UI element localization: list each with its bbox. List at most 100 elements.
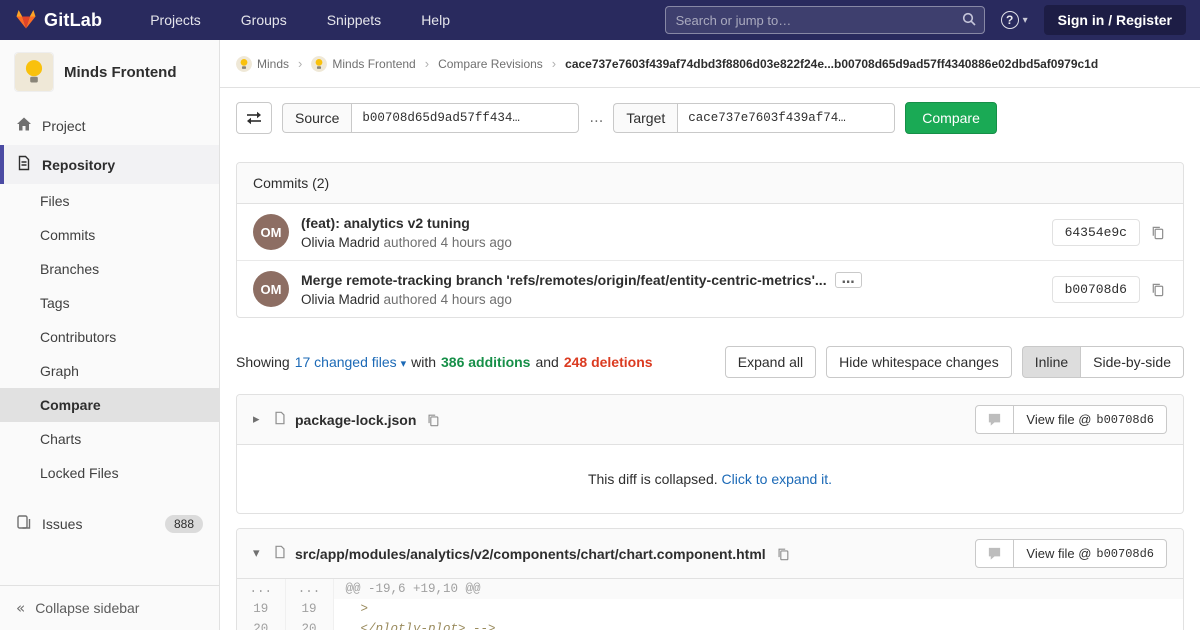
project-context[interactable]: Minds Frontend [0,40,219,106]
project-avatar [14,52,54,92]
swap-arrows-icon [246,110,262,126]
old-line-number: ... [237,579,285,599]
target-revision-input[interactable] [677,103,895,133]
commits-panel-header: Commits (2) [237,163,1183,204]
breadcrumb-compare-revisions[interactable]: Compare Revisions [438,57,543,71]
swap-revisions-button[interactable] [236,102,272,134]
sidebar-subitem-commits[interactable]: Commits [0,218,219,252]
copy-sha-button[interactable] [1148,223,1167,242]
issues-count-badge: 888 [165,515,203,533]
sidebar-subitem-contributors[interactable]: Contributors [0,320,219,354]
view-file-button[interactable]: View file @ b00708d6 [1014,539,1167,568]
copy-sha-button[interactable] [1148,280,1167,299]
compare-button[interactable]: Compare [905,102,997,134]
diff-file-header: ▸ package-lock.json View file @ b00708d6 [237,395,1183,445]
caret-right-icon[interactable]: ▸ [253,412,265,427]
file-name-link[interactable]: package-lock.json [295,412,416,428]
document-icon [16,155,32,174]
deletions-count: 248 deletions [564,354,653,370]
new-line-number[interactable]: 20 [285,619,333,630]
sidebar-item-label: Project [42,118,86,134]
commit-authored-time: authored 4 hours ago [384,235,512,250]
changed-files-count: 17 changed files [295,354,397,370]
nav-groups[interactable]: Groups [241,12,287,28]
changed-files-dropdown[interactable]: 17 changed files ▾ [295,354,406,370]
commit-title-link[interactable]: (feat): analytics v2 tuning [301,215,470,231]
diff-line-content: </plotly-plot> --> [333,619,1183,630]
view-file-button[interactable]: View file @ b00708d6 [1014,405,1167,434]
gitlab-logo[interactable]: GitLab [14,7,102,34]
search-icon[interactable] [961,11,977,30]
diff-mode-toggle: Inline Side-by-side [1022,346,1184,378]
breadcrumb-project[interactable]: Minds Frontend [311,56,415,72]
help-menu[interactable]: ? ▾ [1001,11,1028,29]
new-line-number: ... [285,579,333,599]
sidebar-item-issues[interactable]: Issues 888 [0,504,219,543]
source-revision-input[interactable] [351,103,579,133]
inline-view-button[interactable]: Inline [1022,346,1080,378]
hide-whitespace-button[interactable]: Hide whitespace changes [826,346,1012,378]
search-input[interactable] [665,6,985,34]
nav-snippets[interactable]: Snippets [327,12,381,28]
source-input-group: Source [282,103,579,133]
commit-title-link[interactable]: Merge remote-tracking branch 'refs/remot… [301,272,827,288]
sidebar-subitem-compare[interactable]: Compare [0,388,219,422]
avatar: OM [253,214,289,250]
commits-panel: Commits (2) OM (feat): analytics v2 tuni… [236,162,1184,318]
nav-projects[interactable]: Projects [150,12,201,28]
nav-help[interactable]: Help [421,12,450,28]
toggle-comments-button[interactable] [975,539,1014,568]
commit-row: OM (feat): analytics v2 tuning Olivia Ma… [237,204,1183,260]
breadcrumb-group[interactable]: Minds [236,56,289,72]
new-line-number[interactable]: 19 [285,599,333,619]
collapsed-text: This diff is collapsed. [588,471,718,487]
diff-hunk-header-row: ... ... @@ -19,6 +19,10 @@ [237,579,1183,599]
caret-down-icon: ▾ [401,357,407,370]
commit-author[interactable]: Olivia Madrid [301,292,380,307]
sidebar-subitem-files[interactable]: Files [0,184,219,218]
diff-table: ... ... @@ -19,6 +19,10 @@ 19 19 > 20 20… [237,579,1183,630]
side-by-side-view-button[interactable]: Side-by-side [1080,346,1184,378]
expand-diff-link[interactable]: Click to expand it. [722,471,833,487]
collapsed-diff-message: This diff is collapsed. Click to expand … [237,445,1183,513]
old-line-number[interactable]: 19 [237,599,285,619]
copy-file-path-button[interactable] [424,411,442,429]
comment-icon [987,412,1002,427]
diff-file-panel: ▸ package-lock.json View file @ b00708d6… [236,394,1184,514]
diff-file-panel: ▾ src/app/modules/analytics/v2/component… [236,528,1184,630]
toggle-comments-button[interactable] [975,405,1014,434]
collapse-sidebar-button[interactable]: « Collapse sidebar [0,585,219,630]
double-chevron-left-icon: « [16,599,25,617]
sidebar-subitem-locked-files[interactable]: Locked Files [0,456,219,490]
global-search[interactable] [665,6,985,34]
diff-file-header: ▾ src/app/modules/analytics/v2/component… [237,529,1183,579]
sidebar-nav: Project Repository Files Commits Branche… [0,106,219,543]
diff-line-content: > [333,599,1183,619]
sidebar-item-label: Issues [42,516,82,532]
sidebar-subitem-tags[interactable]: Tags [0,286,219,320]
source-label: Source [282,103,351,133]
old-line-number[interactable]: 20 [237,619,285,630]
commit-author[interactable]: Olivia Madrid [301,235,380,250]
expand-commit-message-button[interactable]: … [835,272,862,288]
project-name: Minds Frontend [64,64,177,81]
copy-file-path-button[interactable] [774,545,792,563]
chevron-down-icon: ▾ [1023,15,1028,26]
help-icon: ? [1001,11,1019,29]
sign-in-button[interactable]: Sign in / Register [1044,5,1186,35]
sidebar-item-repository[interactable]: Repository [0,145,219,184]
file-actions: View file @ b00708d6 [975,539,1167,568]
sidebar-subitem-graph[interactable]: Graph [0,354,219,388]
sidebar-subitem-branches[interactable]: Branches [0,252,219,286]
sidebar-subitem-charts[interactable]: Charts [0,422,219,456]
caret-down-icon[interactable]: ▾ [253,546,265,561]
sidebar-item-project[interactable]: Project [0,106,219,145]
commit-meta: Olivia Madrid authored 4 hours ago [301,292,862,307]
commit-sha-button[interactable]: b00708d6 [1052,276,1140,303]
file-icon [273,411,287,428]
file-name-link[interactable]: src/app/modules/analytics/v2/components/… [295,546,766,562]
commit-sha-button[interactable]: 64354e9c [1052,219,1140,246]
commit-actions: 64354e9c [1052,219,1167,246]
copy-icon [426,413,440,427]
expand-all-button[interactable]: Expand all [725,346,816,378]
